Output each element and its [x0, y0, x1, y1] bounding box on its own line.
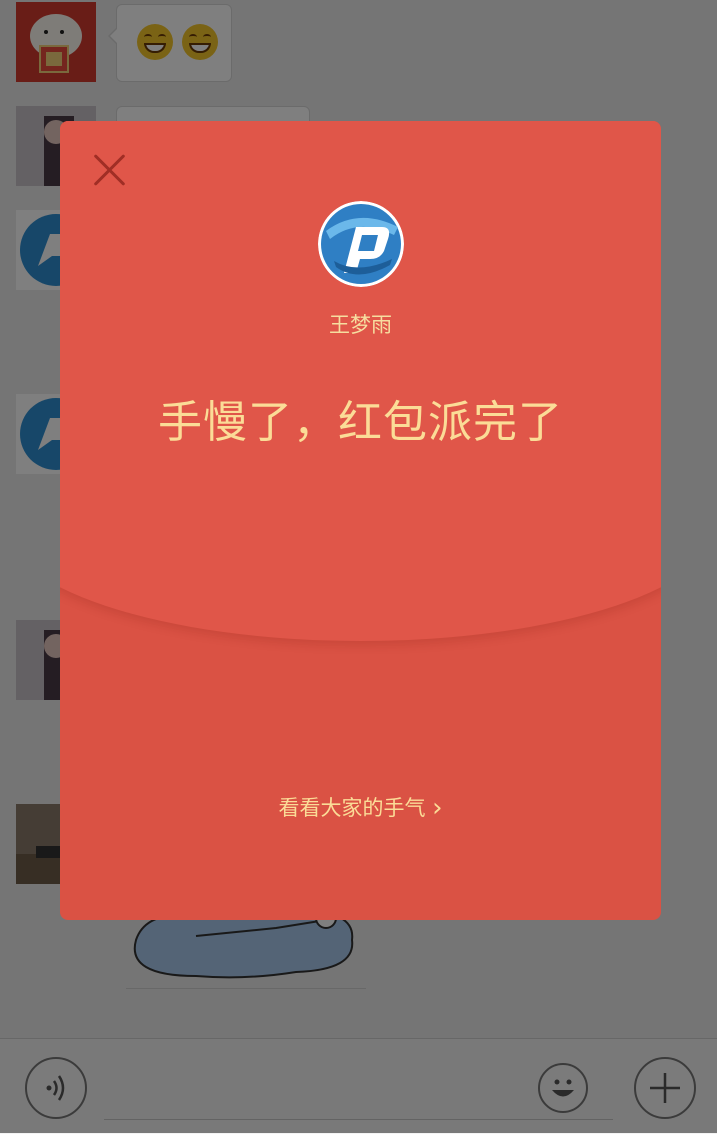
red-packet-modal: 王梦雨 手慢了，红包派完了 看看大家的手气 ›: [60, 121, 661, 920]
sender-name: 王梦雨: [329, 313, 392, 337]
chevron-right-icon: ›: [432, 793, 443, 823]
sender-avatar: [318, 201, 404, 287]
red-packet-flap: [60, 121, 661, 641]
packet-status-headline: 手慢了，红包派完了: [158, 397, 563, 448]
see-everyone-luck-link[interactable]: 看看大家的手气 ›: [60, 792, 661, 823]
see-luck-label: 看看大家的手气: [278, 796, 426, 820]
close-icon[interactable]: [92, 153, 126, 187]
